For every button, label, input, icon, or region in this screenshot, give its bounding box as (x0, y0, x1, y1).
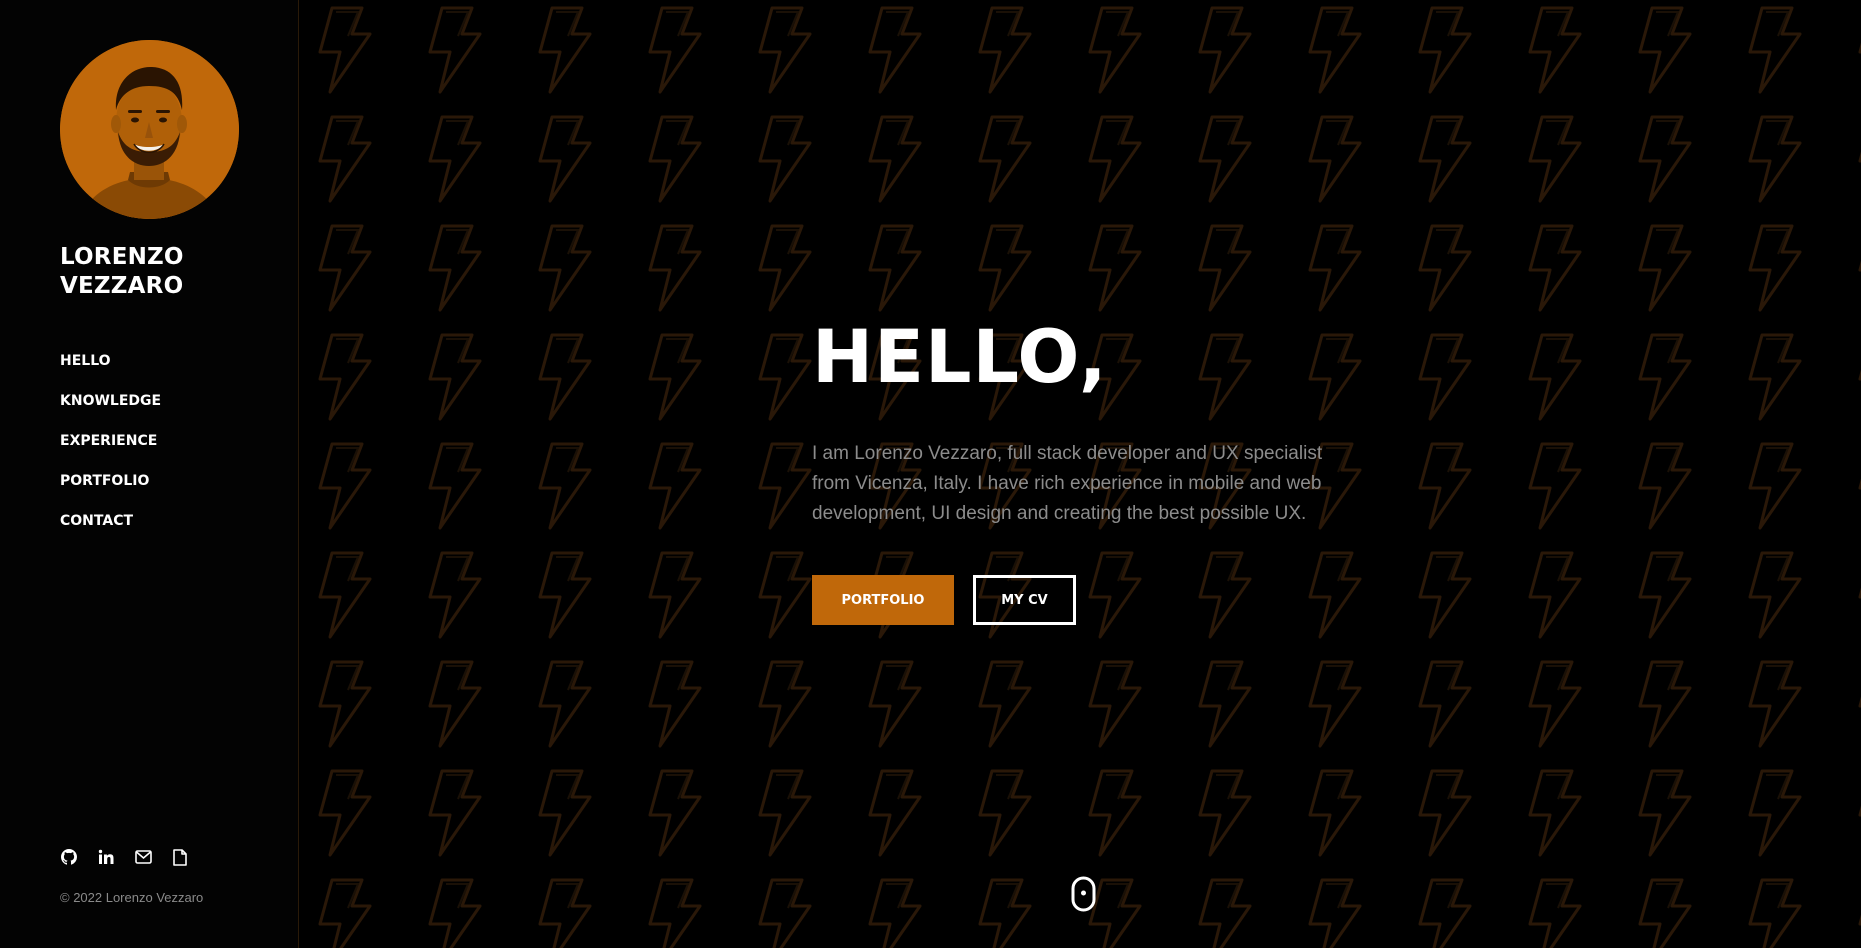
profile-name: LORENZO VEZZARO (60, 243, 184, 301)
nav-item-hello: HELLO (60, 352, 161, 392)
nav-item-knowledge: KNOWLEDGE (60, 392, 161, 432)
nav-link-hello[interactable]: HELLO (60, 352, 111, 372)
name-first: LORENZO (60, 244, 184, 270)
sidebar: LORENZO VEZZARO HELLO KNOWLEDGE EXPERIEN… (0, 0, 299, 948)
hero-buttons: PORTFOLIO MY CV (812, 575, 1076, 625)
hero-title: HELLO, (812, 315, 1108, 400)
my-cv-button[interactable]: MY CV (973, 575, 1076, 625)
document-icon[interactable] (171, 848, 189, 866)
nav-item-experience: EXPERIENCE (60, 432, 161, 472)
github-icon[interactable] (60, 848, 78, 866)
social-links (60, 848, 189, 866)
profile-photo (60, 40, 239, 219)
name-last: VEZZARO (60, 273, 184, 299)
avatar (60, 40, 239, 219)
nav-link-portfolio[interactable]: PORTFOLIO (60, 472, 149, 490)
nav-item-contact: CONTACT (60, 512, 161, 552)
mail-icon[interactable] (134, 848, 152, 866)
mouse-scroll-icon[interactable] (1071, 876, 1096, 912)
copyright-text: © 2022 Lorenzo Vezzaro (60, 890, 204, 905)
nav-link-contact[interactable]: CONTACT (60, 512, 133, 530)
nav-link-knowledge[interactable]: KNOWLEDGE (60, 392, 161, 410)
portfolio-button[interactable]: PORTFOLIO (812, 575, 954, 625)
linkedin-icon[interactable] (97, 848, 115, 866)
page: LORENZO VEZZARO HELLO KNOWLEDGE EXPERIEN… (0, 0, 1861, 948)
main-content: HELLO, I am Lorenzo Vezzaro, full stack … (300, 0, 1861, 948)
nav-item-portfolio: PORTFOLIO (60, 472, 161, 512)
main-nav: HELLO KNOWLEDGE EXPERIENCE PORTFOLIO CON… (60, 352, 161, 552)
hero-section: HELLO, I am Lorenzo Vezzaro, full stack … (812, 315, 1372, 625)
hero-intro: I am Lorenzo Vezzaro, full stack develop… (812, 443, 1323, 524)
nav-link-experience[interactable]: EXPERIENCE (60, 432, 157, 450)
